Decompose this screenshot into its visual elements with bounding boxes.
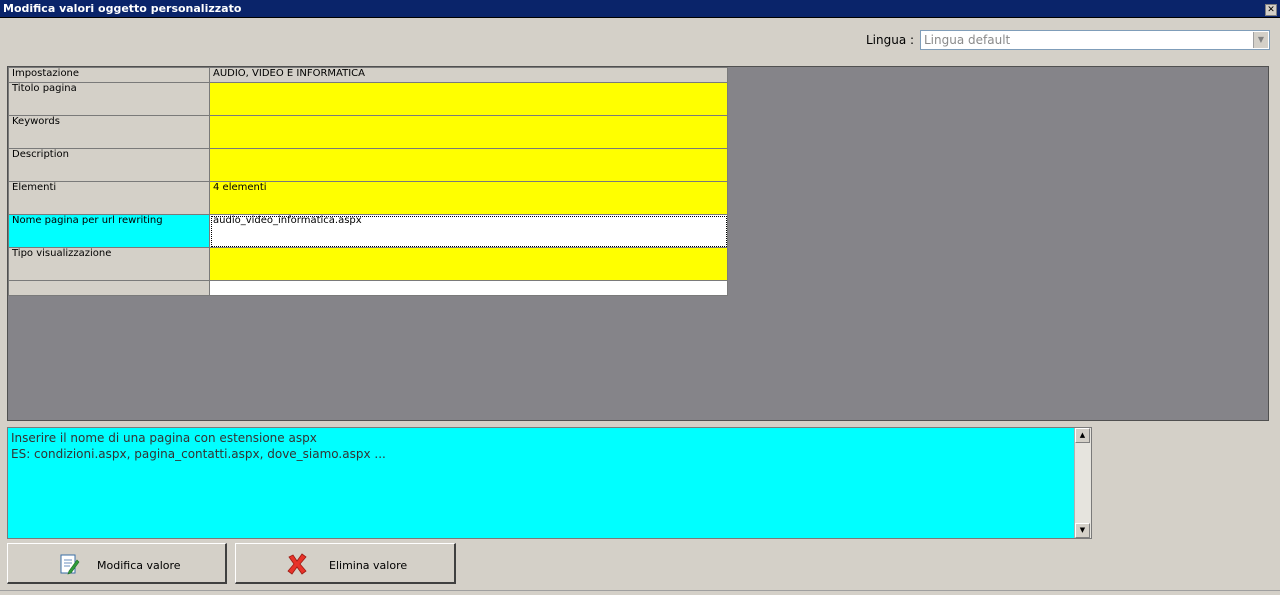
window-title: Modifica valori oggetto personalizzato — [3, 2, 242, 15]
property-grid: Impostazione AUDIO, VIDEO E INFORMATICA … — [8, 67, 728, 296]
scroll-down-icon[interactable]: ▼ — [1075, 523, 1090, 538]
chevron-down-icon[interactable]: ▼ — [1253, 32, 1268, 48]
property-value[interactable] — [209, 82, 728, 116]
table-row-empty[interactable] — [8, 280, 728, 296]
delete-value-label: Elimina valore — [329, 559, 408, 572]
property-value-empty[interactable] — [209, 280, 728, 296]
property-value[interactable] — [209, 247, 728, 281]
help-line-1: Inserire il nome di una pagina con esten… — [11, 431, 317, 445]
help-textbox[interactable]: Inserire il nome di una pagina con esten… — [7, 427, 1092, 539]
scroll-up-icon[interactable]: ▲ — [1075, 428, 1090, 443]
language-label: Lingua : — [866, 33, 915, 47]
property-key: Titolo pagina — [8, 82, 210, 116]
table-row[interactable]: Titolo pagina — [8, 82, 728, 116]
property-value[interactable]: 4 elementi — [209, 181, 728, 215]
edit-document-icon — [60, 554, 80, 575]
table-row[interactable]: Elementi 4 elementi — [8, 181, 728, 215]
property-key: Tipo visualizzazione — [8, 247, 210, 281]
window-titlebar: Modifica valori oggetto personalizzato ✕ — [0, 0, 1280, 18]
property-value[interactable] — [209, 115, 728, 149]
property-key-empty — [8, 280, 210, 296]
help-line-2: ES: condizioni.aspx, pagina_contatti.asp… — [11, 447, 386, 461]
table-row[interactable]: Keywords — [8, 115, 728, 149]
status-bar — [0, 590, 1280, 595]
edit-value-label: Modifica valore — [97, 559, 181, 572]
help-scrollbar[interactable]: ▲ ▼ — [1074, 428, 1091, 538]
close-icon[interactable]: ✕ — [1265, 4, 1277, 16]
table-row-selected[interactable]: Nome pagina per url rewriting audio_vide… — [8, 214, 728, 248]
header-value: AUDIO, VIDEO E INFORMATICA — [209, 67, 728, 83]
language-select[interactable]: Lingua default ▼ — [920, 30, 1270, 50]
table-row[interactable]: Tipo visualizzazione — [8, 247, 728, 281]
property-key: Description — [8, 148, 210, 182]
property-key: Elementi — [8, 181, 210, 215]
property-key: Keywords — [8, 115, 210, 149]
edit-value-button[interactable]: Modifica valore — [7, 543, 227, 584]
red-x-icon — [287, 553, 307, 575]
property-grid-header: Impostazione AUDIO, VIDEO E INFORMATICA — [8, 67, 728, 83]
delete-value-button[interactable]: Elimina valore — [235, 543, 456, 584]
property-key: Nome pagina per url rewriting — [8, 214, 210, 248]
header-key: Impostazione — [8, 67, 210, 83]
help-text: Inserire il nome di una pagina con esten… — [11, 430, 386, 462]
property-value[interactable] — [209, 148, 728, 182]
table-row[interactable]: Description — [8, 148, 728, 182]
language-selected-value: Lingua default — [924, 33, 1011, 47]
property-value-input[interactable]: audio_video_informatica.aspx — [209, 214, 728, 248]
